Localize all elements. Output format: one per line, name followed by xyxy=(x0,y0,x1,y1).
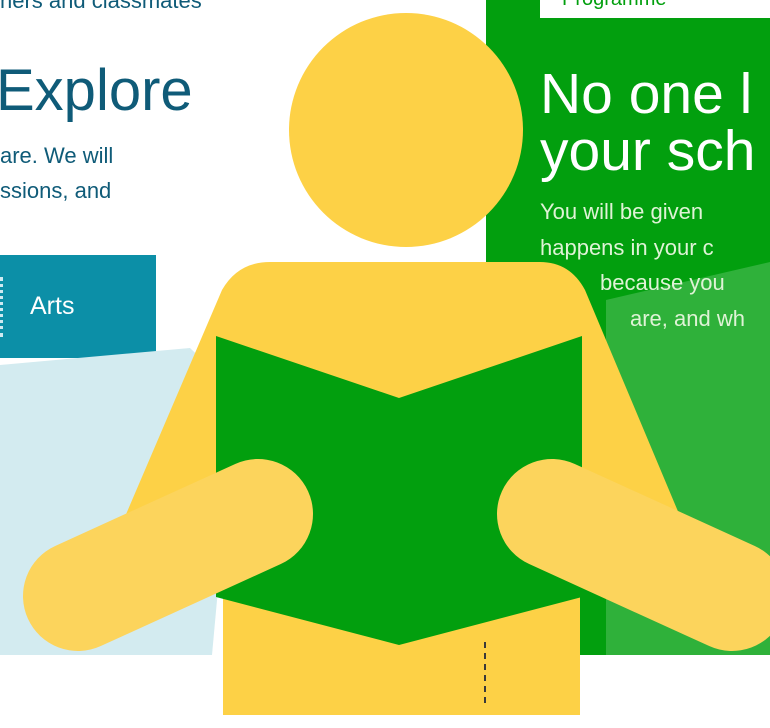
reading-person-illustration xyxy=(0,13,770,715)
person-right-arm xyxy=(497,459,770,651)
person-left-arm xyxy=(23,459,313,651)
person-head xyxy=(289,13,523,247)
